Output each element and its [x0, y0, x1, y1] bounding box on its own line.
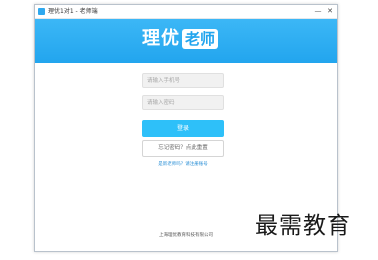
forgot-password-button[interactable]: 忘记密码？点此重置	[142, 140, 224, 157]
logo-tag-text: 老师	[182, 29, 219, 49]
register-link[interactable]: 是新老师吗？请注册账号	[135, 162, 231, 168]
header-banner: 理优 老师	[35, 19, 337, 63]
password-input[interactable]	[142, 95, 224, 110]
phone-input[interactable]	[142, 73, 224, 88]
logo-main-text: 理优	[142, 28, 180, 49]
watermark-text: 最需教育	[255, 213, 351, 239]
title-bar[interactable]: 理优1对1 - 老师端 — ✕	[35, 5, 337, 19]
window-title: 理优1对1 - 老师端	[48, 8, 98, 15]
close-button[interactable]: ✕	[325, 7, 335, 15]
company-footer: 上海理优教育科技有限公司	[159, 233, 213, 238]
minimize-button[interactable]: —	[313, 7, 323, 15]
app-logo-icon	[38, 8, 45, 15]
brand-logo: 理优 老师	[142, 27, 219, 51]
login-button[interactable]: 登录	[142, 120, 224, 137]
